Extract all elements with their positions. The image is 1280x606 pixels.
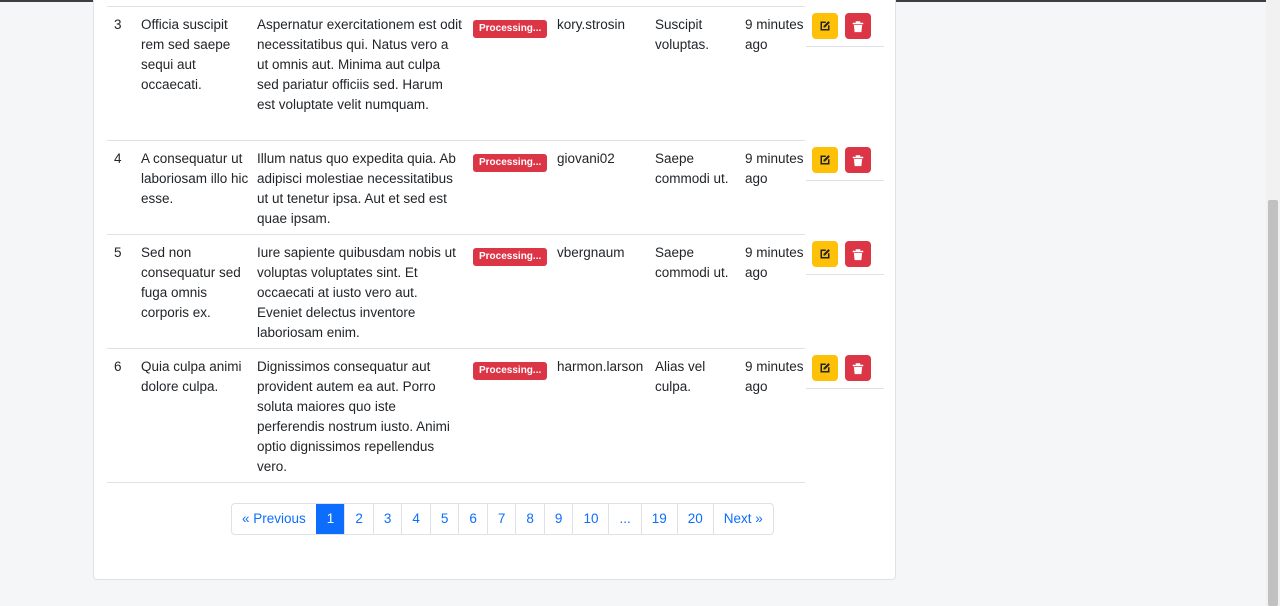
row-id: 6: [114, 359, 122, 374]
row-body: Dignissimos consequatur aut provident au…: [257, 359, 450, 474]
row-user: giovani02: [557, 151, 615, 166]
table-row: 4 A consequatur ut laboriosam illo hic e…: [107, 141, 805, 235]
row-user: vbergnaum: [557, 245, 625, 260]
row-title: A consequatur ut laboriosam illo hic ess…: [141, 151, 249, 206]
row-actions: [806, 7, 884, 47]
page-link-19[interactable]: 19: [640, 504, 677, 534]
row-time: 9 minutes ago: [745, 17, 804, 52]
page-link-6[interactable]: 6: [458, 504, 487, 534]
edit-icon: [820, 21, 830, 31]
status-badge: Processing...: [473, 154, 548, 172]
row-user: harmon.larson: [557, 359, 644, 374]
page-link-9[interactable]: 9: [543, 504, 573, 534]
pagination: « Previous 1 2 3 4 5 6 7 8 9 10 ... 19 2…: [231, 503, 774, 535]
trash-icon: [852, 248, 864, 260]
edit-icon: [820, 363, 830, 373]
edit-button[interactable]: [812, 355, 838, 381]
page-link-8[interactable]: 8: [515, 504, 544, 534]
row-body: Iure sapiente quibusdam nobis ut volupta…: [257, 245, 456, 340]
row-title: Sed non consequatur sed fuga omnis corpo…: [141, 245, 241, 320]
trash-icon: [852, 154, 864, 166]
edit-icon: [820, 155, 830, 165]
status-badge: Processing...: [473, 362, 548, 380]
row-actions: [806, 141, 884, 181]
status-badge: Processing...: [473, 20, 548, 38]
trash-icon: [852, 20, 864, 32]
row-time: 9 minutes ago: [745, 359, 804, 394]
edit-icon: [820, 249, 830, 259]
row-time: 9 minutes ago: [745, 245, 804, 280]
page-link-1[interactable]: 1: [315, 504, 345, 534]
delete-button[interactable]: [845, 13, 871, 39]
delete-button[interactable]: [845, 241, 871, 267]
page-link-7[interactable]: 7: [486, 504, 516, 534]
row-title: Quia culpa animi dolore culpa.: [141, 359, 242, 394]
row-id: 5: [114, 245, 122, 260]
scrollbar-thumb[interactable]: [1268, 200, 1278, 606]
table-row: 6 Quia culpa animi dolore culpa. Digniss…: [107, 349, 805, 483]
row-time: 9 minutes ago: [745, 151, 804, 186]
row-id: 3: [114, 17, 122, 32]
page-link-2[interactable]: 2: [344, 504, 373, 534]
row-category: Suscipit voluptas.: [655, 17, 710, 52]
delete-button[interactable]: [845, 147, 871, 173]
row-category: Saepe commodi ut.: [655, 151, 729, 186]
row-title: Officia suscipit rem sed saepe sequi aut…: [141, 17, 231, 92]
page-link-10[interactable]: 10: [572, 504, 608, 534]
edit-button[interactable]: [812, 13, 838, 39]
pagination-previous[interactable]: « Previous: [232, 504, 316, 534]
page-link-4[interactable]: 4: [401, 504, 430, 534]
table-row: 5 Sed non consequatur sed fuga omnis cor…: [107, 235, 805, 349]
row-id: 4: [114, 151, 122, 166]
row-actions: [806, 235, 884, 275]
table-row: 3 Officia suscipit rem sed saepe sequi a…: [107, 7, 805, 141]
page-link-3[interactable]: 3: [372, 504, 402, 534]
row-body: Illum natus quo expedita quia. Ab adipis…: [257, 151, 456, 226]
page-link-20[interactable]: 20: [676, 504, 713, 534]
edit-button[interactable]: [812, 147, 838, 173]
row-actions: [806, 349, 884, 389]
row-user: kory.strosin: [557, 17, 626, 32]
row-body: Aspernatur exercitationem est odit neces…: [257, 17, 462, 112]
edit-button[interactable]: [812, 241, 838, 267]
row-category: Saepe commodi ut.: [655, 245, 729, 280]
delete-button[interactable]: [845, 355, 871, 381]
page-link-5[interactable]: 5: [429, 504, 459, 534]
trash-icon: [852, 362, 864, 374]
status-badge: Processing...: [473, 248, 548, 266]
page-scrollbar[interactable]: [1266, 0, 1280, 606]
row-category: Alias vel culpa.: [655, 359, 706, 394]
pagination-next[interactable]: Next »: [712, 504, 773, 534]
pagination-ellipsis: ...: [608, 504, 640, 534]
